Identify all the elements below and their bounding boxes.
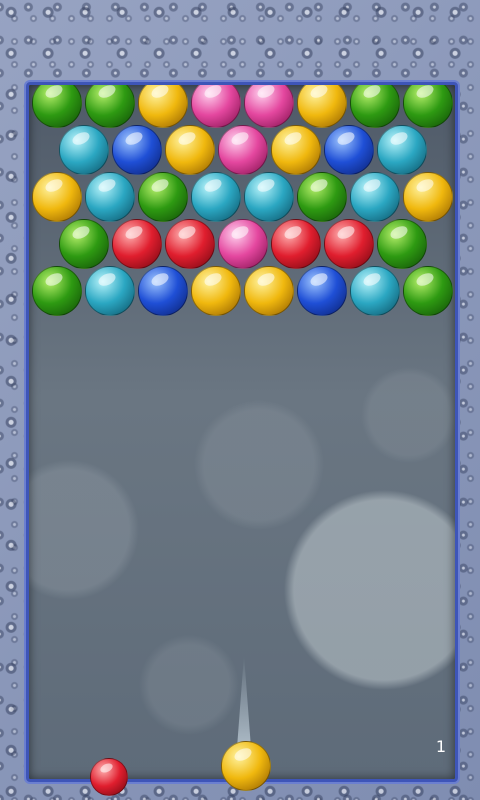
bubble-yellow <box>297 85 347 128</box>
bubble-green <box>58 219 109 269</box>
bubble-yellow <box>244 266 294 316</box>
bubble-red <box>270 219 321 269</box>
shooter-bubble[interactable] <box>221 741 271 791</box>
bubble-green <box>32 85 82 128</box>
bubble-green <box>85 85 135 128</box>
bubble-teal <box>85 266 135 316</box>
bubble-green <box>376 219 427 269</box>
bubble-green <box>297 172 347 222</box>
bubble-green <box>403 266 453 316</box>
game-board[interactable] <box>26 82 458 782</box>
bubble-blue <box>111 125 162 175</box>
bubble-green <box>138 172 188 222</box>
bubble-red <box>111 219 162 269</box>
next-bubble[interactable] <box>90 758 128 796</box>
bubble-pink <box>244 85 294 128</box>
bubble-green <box>32 266 82 316</box>
bubble-green <box>403 85 453 128</box>
bubble-yellow <box>403 172 453 222</box>
bubble-yellow <box>270 125 321 175</box>
bubble-teal <box>350 266 400 316</box>
bubble-pink <box>217 219 268 269</box>
bubble-blue <box>138 266 188 316</box>
bubble-blue <box>323 125 374 175</box>
bubble-pink <box>191 85 241 128</box>
level-number: 1 <box>435 737 446 756</box>
bubble-teal <box>58 125 109 175</box>
bubble-teal <box>191 172 241 222</box>
bubble-teal <box>85 172 135 222</box>
bubble-yellow <box>138 85 188 128</box>
bubble-teal <box>350 172 400 222</box>
bubble-yellow <box>191 266 241 316</box>
bubble-teal <box>376 125 427 175</box>
bubble-yellow <box>164 125 215 175</box>
bubble-green <box>350 85 400 128</box>
bubble-yellow <box>32 172 82 222</box>
bubble-blue <box>297 266 347 316</box>
bubble-red <box>164 219 215 269</box>
bubble-teal <box>244 172 294 222</box>
bubble-pink <box>217 125 268 175</box>
bubble-red <box>323 219 374 269</box>
